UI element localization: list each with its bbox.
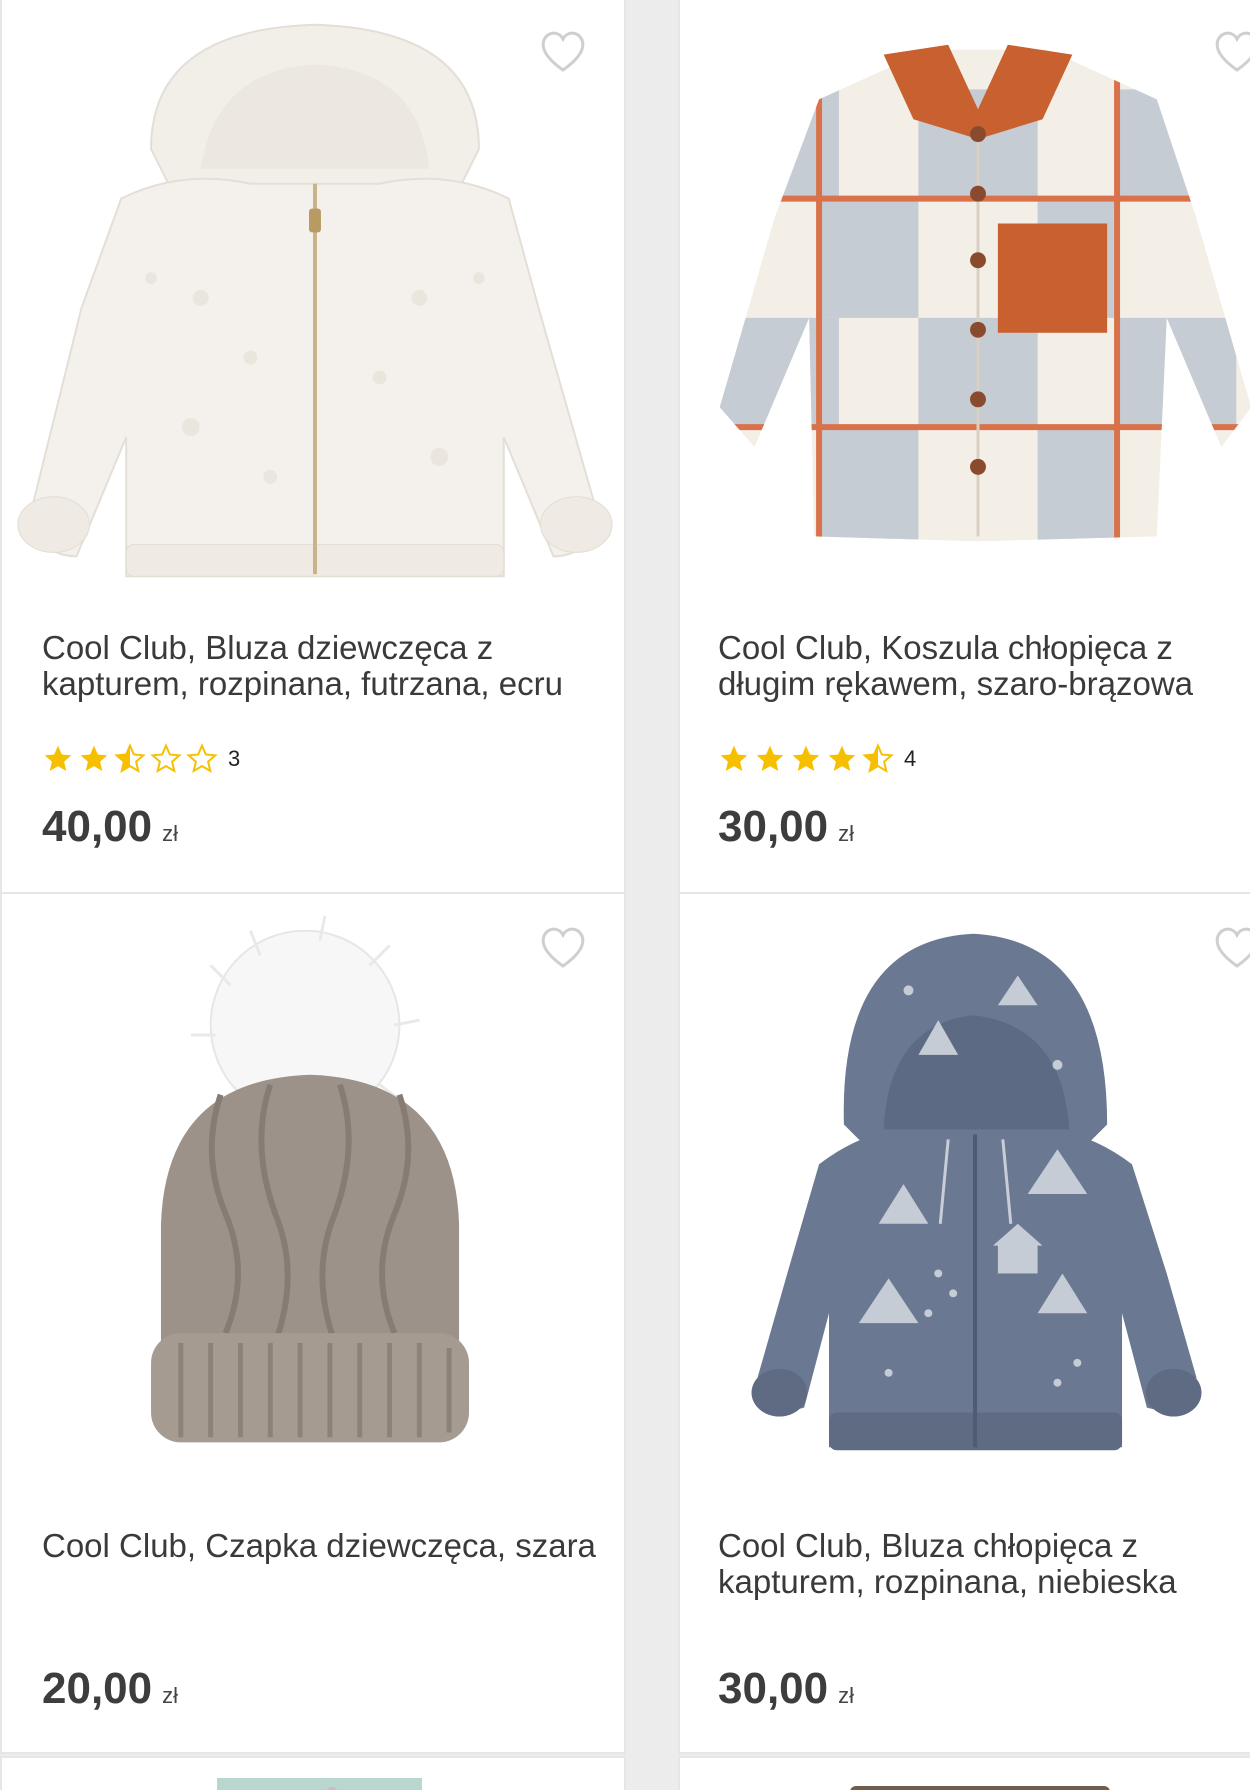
- product-price: 30,00 zł: [718, 802, 854, 852]
- product-image-blue-hoodie[interactable]: [680, 894, 1250, 1494]
- product-image-knit-beanie[interactable]: [2, 894, 624, 1494]
- product-image-plaid-shirt[interactable]: [680, 0, 1250, 598]
- product-card[interactable]: Cool Club, Czapka dziewczęca, szara 20,0…: [0, 892, 626, 1754]
- product-title[interactable]: Cool Club, Bluza chłopięca z kapturem, r…: [718, 1528, 1250, 1600]
- star-outline-icon: [186, 743, 218, 774]
- product-rating: 3: [42, 743, 241, 774]
- product-card-partial[interactable]: [678, 1756, 1250, 1790]
- product-card[interactable]: Cool Club, Bluza dziewczęca z kapturem, …: [0, 0, 626, 896]
- wishlist-heart-icon[interactable]: [1212, 924, 1250, 970]
- product-title[interactable]: Cool Club, Czapka dziewczęca, szara: [42, 1528, 602, 1564]
- star-filled-icon: [720, 745, 748, 771]
- product-card-partial[interactable]: [0, 1756, 626, 1790]
- price-amount: 30,00: [718, 802, 829, 851]
- product-price: 30,00 zł: [718, 1664, 854, 1714]
- price-currency: zł: [838, 821, 854, 846]
- product-image-fleece-jacket[interactable]: [2, 0, 624, 598]
- product-title[interactable]: Cool Club, Bluza dziewczęca z kapturem, …: [42, 630, 602, 702]
- rating-count: 4: [904, 746, 917, 771]
- product-price: 20,00 zł: [42, 1664, 178, 1714]
- wishlist-heart-icon[interactable]: [538, 28, 588, 74]
- star-filled-icon: [792, 745, 820, 771]
- wishlist-heart-icon[interactable]: [1212, 28, 1250, 74]
- product-card[interactable]: Cool Club, Koszula chłopięca z długim rę…: [678, 0, 1250, 896]
- product-price: 40,00 zł: [42, 802, 178, 852]
- product-image-partial[interactable]: [2, 1758, 626, 1790]
- product-image-partial[interactable]: [680, 1758, 1250, 1790]
- price-amount: 20,00: [42, 1664, 153, 1713]
- price-amount: 30,00: [718, 1664, 829, 1713]
- star-half-icon: [114, 743, 146, 774]
- price-amount: 40,00: [42, 802, 153, 851]
- wishlist-heart-icon[interactable]: [538, 924, 588, 970]
- star-filled-icon: [756, 745, 784, 771]
- star-half-icon: [862, 743, 894, 774]
- star-filled-icon: [44, 745, 72, 771]
- star-filled-icon: [80, 745, 108, 771]
- product-card[interactable]: Cool Club, Bluza chłopięca z kapturem, r…: [678, 892, 1250, 1754]
- price-currency: zł: [838, 1683, 854, 1708]
- star-outline-icon: [150, 743, 182, 774]
- star-filled-icon: [828, 745, 856, 771]
- rating-count: 3: [228, 746, 241, 771]
- product-title[interactable]: Cool Club, Koszula chłopięca z długim rę…: [718, 630, 1250, 702]
- price-currency: zł: [162, 1683, 178, 1708]
- product-grid: Cool Club, Bluza dziewczęca z kapturem, …: [0, 0, 1250, 1790]
- price-currency: zł: [162, 821, 178, 846]
- product-rating: 4: [718, 743, 917, 774]
